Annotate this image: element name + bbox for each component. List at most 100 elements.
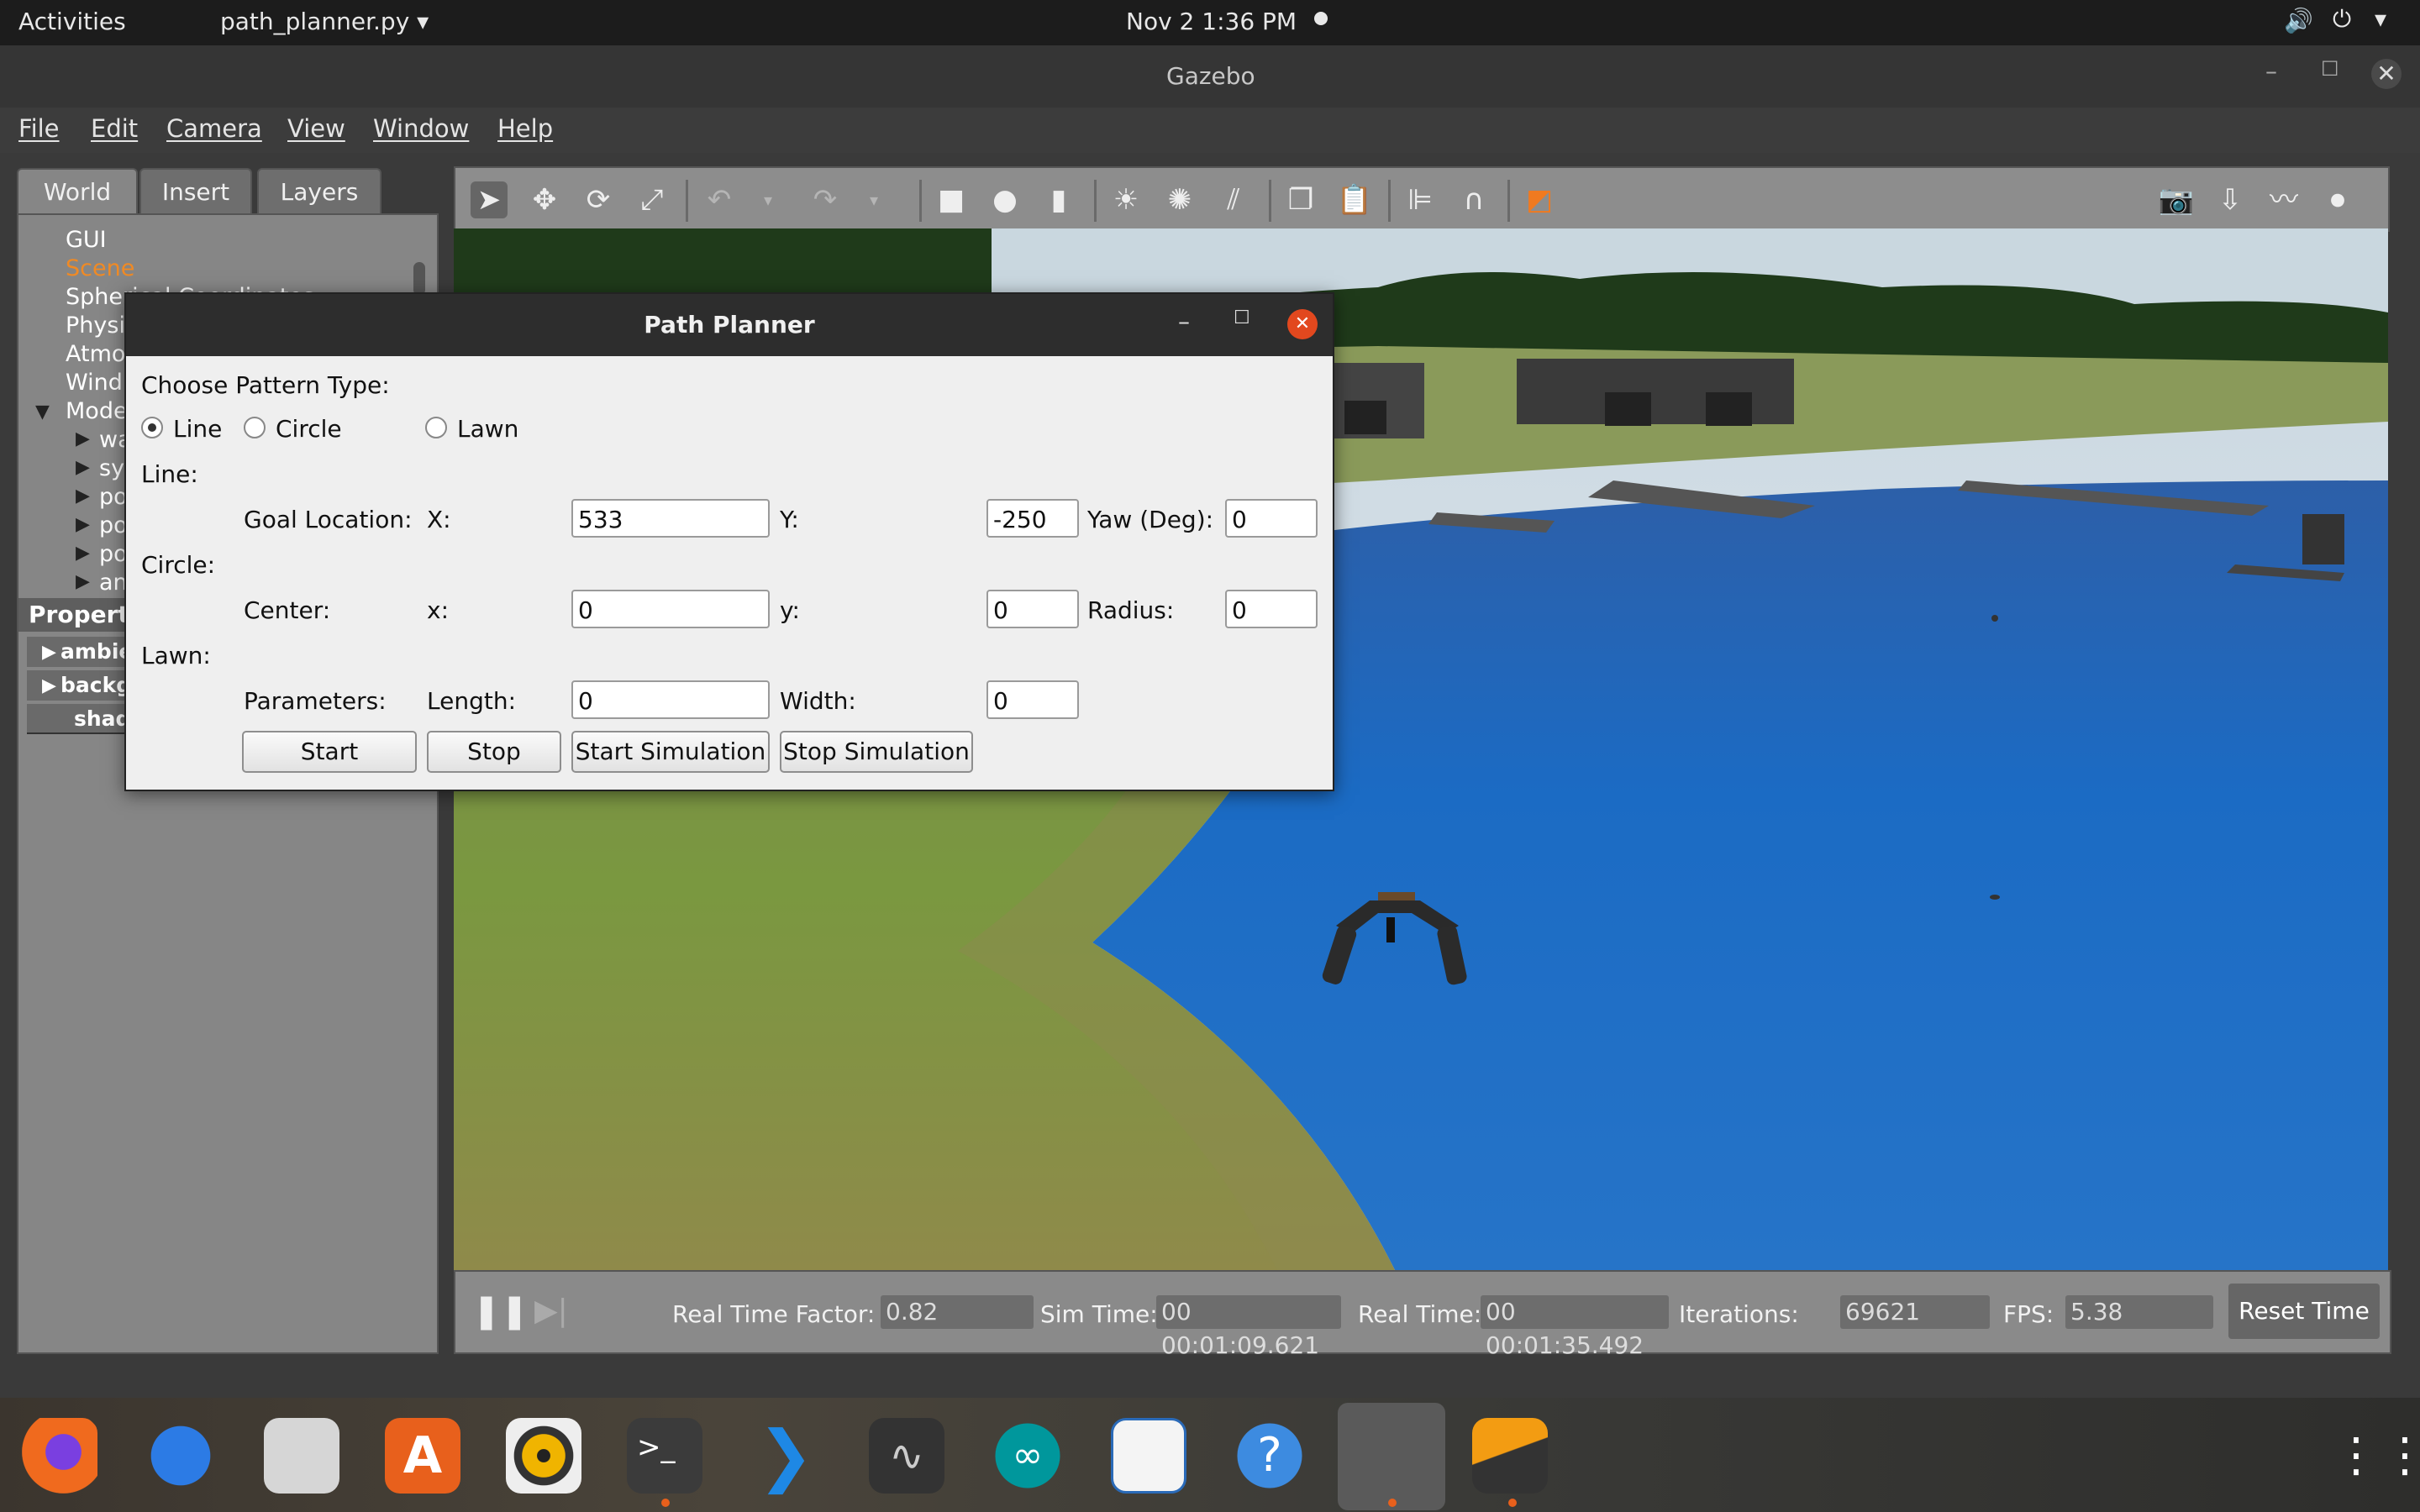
point-light-icon[interactable]: ☀ (1107, 181, 1144, 218)
step-icon[interactable]: ▶| (534, 1294, 568, 1328)
power-icon[interactable]: ⏻ (2333, 5, 2351, 34)
tree-item-atmosphere[interactable]: Atmo (66, 341, 125, 367)
snap-icon[interactable]: ∩ (1455, 181, 1492, 218)
stop-button[interactable]: Stop (427, 731, 561, 773)
expand-icon[interactable]: ▶ (76, 486, 90, 507)
menu-edit[interactable]: Edit (91, 114, 138, 143)
expand-icon[interactable]: ▶ (76, 428, 90, 449)
sublime-icon[interactable] (1472, 1418, 1548, 1494)
sphere-shape-icon[interactable]: ● (986, 181, 1023, 218)
view-angle-icon[interactable]: ◩ (1521, 181, 1558, 218)
tree-scrollbar[interactable] (413, 262, 425, 296)
help-icon[interactable]: ? (1232, 1418, 1307, 1494)
length-input[interactable]: 0 (571, 680, 770, 719)
radio-line[interactable] (141, 417, 163, 438)
width-input[interactable]: 0 (986, 680, 1079, 719)
reset-time-button[interactable]: Reset Time (2228, 1284, 2380, 1339)
maximize-icon[interactable]: ☐ (1234, 307, 1250, 328)
firefox-icon[interactable] (22, 1418, 97, 1494)
app-menu[interactable]: path_planner.py ▾ (220, 8, 429, 35)
directional-light-icon[interactable]: ⫽ (1215, 181, 1252, 218)
clock[interactable]: Nov 2 1:36 PM (1126, 8, 1297, 35)
start-simulation-button[interactable]: Start Simulation (571, 731, 770, 773)
activities-button[interactable]: Activities (18, 8, 126, 35)
center-x-input[interactable]: 0 (571, 590, 770, 628)
copy-icon[interactable]: ❐ (1282, 181, 1319, 218)
center-y-input[interactable]: 0 (986, 590, 1079, 628)
minimize-icon[interactable]: – (2265, 57, 2277, 85)
radius-input[interactable]: 0 (1225, 590, 1318, 628)
goal-x-input[interactable]: 533 (571, 499, 770, 538)
redo-icon[interactable]: ↷ (807, 181, 844, 218)
tree-item-models[interactable]: Mode (66, 398, 128, 424)
menu-view[interactable]: View (287, 114, 345, 143)
vscode-icon[interactable]: ❯ (748, 1418, 823, 1494)
expand-icon[interactable]: ▶ (76, 514, 90, 535)
tab-layers[interactable]: Layers (257, 168, 381, 215)
menu-camera[interactable]: Camera (166, 114, 262, 143)
files-icon[interactable] (264, 1418, 339, 1494)
app-grid-icon[interactable]: ⋮⋮⋮ (2333, 1428, 2420, 1483)
tree-item-physics[interactable]: Physi (66, 312, 125, 339)
tree-item-model[interactable]: po (99, 484, 128, 510)
writer-icon[interactable] (1111, 1418, 1186, 1494)
plot-icon[interactable]: 〰 (2265, 181, 2302, 218)
video-record-icon[interactable]: ⏺ (2319, 181, 2356, 218)
rotate-mode-icon[interactable]: ⟳ (580, 181, 617, 218)
thunderbird-icon[interactable] (143, 1418, 218, 1494)
arduino-icon[interactable]: ∞ (990, 1418, 1065, 1494)
spot-light-icon[interactable]: ✺ (1161, 181, 1198, 218)
menu-window[interactable]: Window (373, 114, 469, 143)
tree-item-model[interactable]: sy (99, 455, 124, 481)
tree-item-gui[interactable]: GUI (66, 227, 107, 253)
stop-simulation-button[interactable]: Stop Simulation (780, 731, 973, 773)
radio-line-label[interactable]: Line (173, 415, 222, 443)
pause-icon[interactable]: ❚❚ (472, 1292, 529, 1331)
align-icon[interactable]: ⊫ (1402, 181, 1439, 218)
volume-icon[interactable]: 🔊 (2284, 7, 2313, 34)
tab-insert[interactable]: Insert (139, 168, 252, 215)
chevron-down-icon[interactable]: ▾ (750, 181, 786, 218)
chevron-down-icon[interactable]: ▾ (855, 181, 892, 218)
gazebo-app-icon[interactable] (1338, 1403, 1445, 1510)
expand-icon[interactable]: ▶ (76, 543, 90, 564)
tree-item-wind[interactable]: Wind (66, 370, 123, 396)
radio-circle[interactable] (244, 417, 266, 438)
terminal-icon[interactable]: >_ (627, 1418, 702, 1494)
cylinder-shape-icon[interactable]: ▮ (1040, 181, 1077, 218)
box-shape-icon[interactable]: ■ (933, 181, 970, 218)
tree-item-model[interactable]: an (99, 570, 128, 596)
expand-models-icon[interactable]: ▼ (35, 402, 50, 423)
expand-icon[interactable]: ▶ (76, 571, 90, 592)
tree-item-scene[interactable]: Scene (66, 255, 134, 281)
software-center-icon[interactable]: A (385, 1418, 460, 1494)
start-button[interactable]: Start (242, 731, 417, 773)
expand-icon[interactable]: ▶ (76, 457, 90, 478)
radio-lawn[interactable] (425, 417, 447, 438)
yaw-input[interactable]: 0 (1225, 499, 1318, 538)
tree-item-model[interactable]: po (99, 541, 128, 567)
goal-y-input[interactable]: -250 (986, 499, 1079, 538)
translate-mode-icon[interactable]: ✥ (526, 181, 563, 218)
radio-circle-label[interactable]: Circle (276, 415, 342, 443)
scale-mode-icon[interactable]: ⤢ (634, 181, 671, 218)
rhythmbox-icon[interactable] (506, 1418, 581, 1494)
chevron-down-icon[interactable]: ▾ (2375, 5, 2386, 33)
expand-icon[interactable]: ▶ (42, 642, 56, 663)
radio-lawn-label[interactable]: Lawn (457, 415, 518, 443)
tree-item-model[interactable]: po (99, 512, 128, 538)
close-icon[interactable]: ✕ (2371, 59, 2402, 89)
expand-icon[interactable]: ▶ (42, 675, 56, 696)
paste-icon[interactable]: 📋 (1336, 181, 1373, 218)
system-monitor-icon[interactable]: ∿ (869, 1418, 944, 1494)
menu-file[interactable]: File (18, 114, 60, 143)
screenshot-icon[interactable]: 📷 (2158, 181, 2195, 218)
tab-world[interactable]: World (17, 168, 138, 215)
minimize-icon[interactable]: – (1178, 307, 1190, 335)
log-icon[interactable]: ⇩ (2212, 181, 2249, 218)
dialog-titlebar[interactable]: Path Planner – ☐ ✕ (126, 294, 1333, 356)
undo-icon[interactable]: ↶ (701, 181, 738, 218)
close-icon[interactable]: ✕ (1287, 309, 1318, 339)
menu-help[interactable]: Help (497, 114, 553, 143)
maximize-icon[interactable]: ☐ (2321, 57, 2339, 81)
